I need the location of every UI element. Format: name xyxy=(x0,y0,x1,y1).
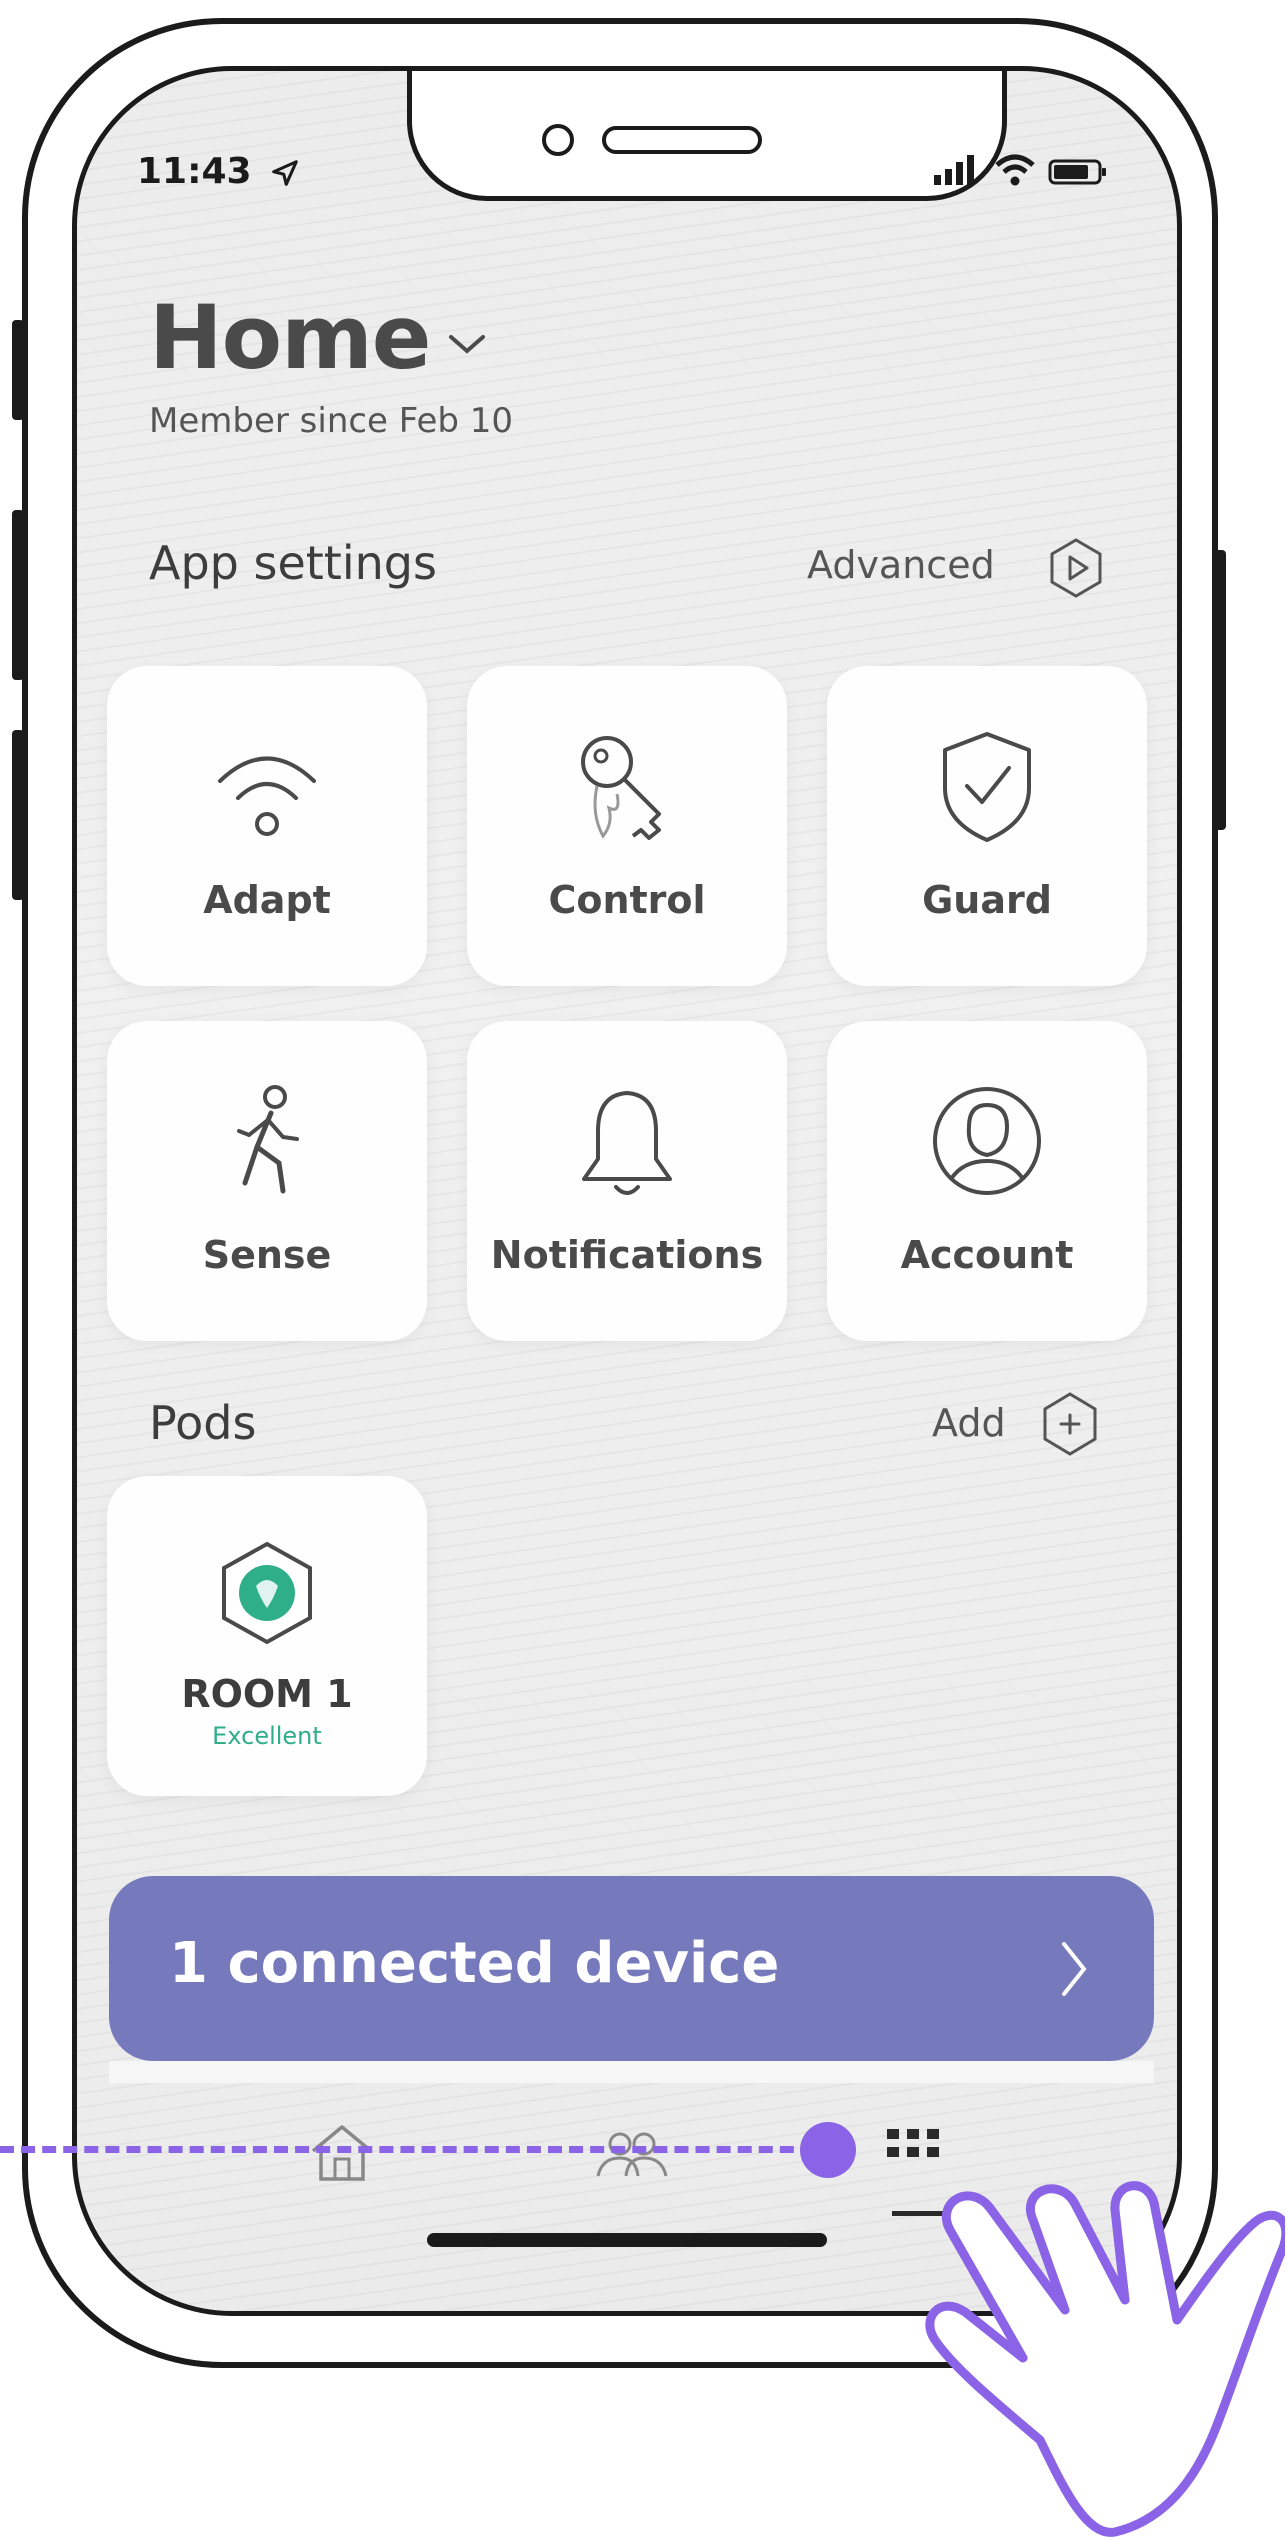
member-since-text: Member since Feb 10 xyxy=(149,401,514,441)
pod-status: Excellent xyxy=(212,1722,322,1750)
user-avatar-icon xyxy=(933,1087,1041,1195)
tile-adapt-label: Adapt xyxy=(203,878,331,922)
advanced-settings-icon[interactable] xyxy=(1045,537,1107,599)
tile-adapt[interactable]: Adapt xyxy=(107,666,427,986)
location-arrow-icon xyxy=(272,160,298,186)
tile-control-label: Control xyxy=(548,878,706,922)
tile-account[interactable]: Account xyxy=(827,1021,1147,1341)
add-pod-link[interactable]: Add xyxy=(932,1401,1006,1445)
battery-icon xyxy=(1048,159,1107,185)
pod-card-room-1[interactable]: ROOM 1 Excellent xyxy=(107,1476,427,1796)
status-time: 11:43 xyxy=(137,151,300,192)
phone-side-button xyxy=(12,320,24,420)
speaker-icon xyxy=(602,126,762,154)
annotation-dashed-line xyxy=(0,2146,836,2153)
connected-devices-label: 1 connected device xyxy=(169,1931,780,1996)
hand-pointer-icon xyxy=(925,2181,1285,2537)
add-icon[interactable] xyxy=(1037,1391,1103,1457)
annotation-dot xyxy=(800,2122,856,2178)
tile-guard-label: Guard xyxy=(922,878,1052,922)
app-settings-heading: App settings xyxy=(149,536,437,590)
tile-sense-label: Sense xyxy=(202,1233,332,1277)
tile-notifications[interactable]: Notifications xyxy=(467,1021,787,1341)
tile-control[interactable]: Control xyxy=(467,666,787,986)
tile-account-label: Account xyxy=(900,1233,1074,1277)
pod-hexagon-icon xyxy=(222,1541,312,1645)
home-indicator[interactable] xyxy=(427,2233,827,2247)
pod-name: ROOM 1 xyxy=(181,1672,353,1716)
advanced-link[interactable]: Advanced xyxy=(807,543,995,587)
app-screen: 11:43 Home Member since Feb 10 App setti… xyxy=(72,66,1182,2316)
phone-notch xyxy=(407,71,1007,201)
wifi-icon xyxy=(218,756,316,836)
keys-icon xyxy=(581,736,661,840)
wifi-status-icon xyxy=(995,154,1035,186)
bell-icon xyxy=(582,1091,672,1195)
signal-icon xyxy=(934,155,974,185)
page-title[interactable]: Home xyxy=(149,286,431,389)
camera-icon xyxy=(542,124,574,156)
shield-check-icon xyxy=(943,732,1031,842)
phone-volume-down xyxy=(12,730,24,900)
phone-volume-up xyxy=(12,510,24,680)
tile-guard[interactable]: Guard xyxy=(827,666,1147,986)
walking-person-icon xyxy=(237,1085,299,1194)
chevron-down-icon[interactable] xyxy=(447,331,487,357)
phone-power-button xyxy=(1214,550,1226,830)
status-icons xyxy=(932,153,1110,191)
chevron-right-icon xyxy=(1062,1942,1087,1996)
tile-sense[interactable]: Sense xyxy=(107,1021,427,1341)
connected-devices-banner[interactable]: 1 connected device xyxy=(109,1876,1154,2061)
pods-heading: Pods xyxy=(149,1396,257,1450)
tile-notifications-label: Notifications xyxy=(490,1233,764,1277)
people-icon[interactable] xyxy=(592,2126,672,2182)
